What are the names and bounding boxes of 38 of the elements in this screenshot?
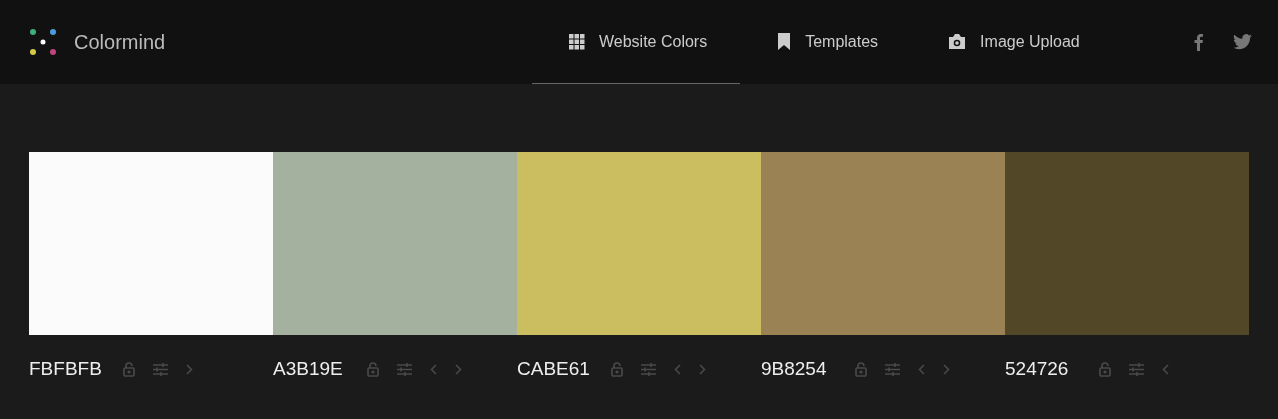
sliders-icon[interactable] [885,362,900,376]
sliders-icon[interactable] [1129,362,1144,376]
sliders-icon[interactable] [641,362,656,376]
hex-code: CABE61 [517,358,591,380]
twitter-icon[interactable] [1233,34,1252,50]
nav-tab[interactable]: Image Upload [911,0,1113,84]
color-swatch[interactable] [29,152,273,335]
bookmark-icon [777,33,792,50]
nav-tab[interactable]: Templates [740,0,912,84]
color-swatch[interactable] [761,152,1005,335]
hex-code: FBFBFB [29,358,103,380]
color-swatch[interactable] [273,152,517,335]
lock-icon[interactable] [367,361,379,377]
sliders-icon[interactable] [397,362,412,376]
chevron-right-icon[interactable] [186,363,193,375]
color-swatch[interactable] [517,152,761,335]
chevron-right-icon[interactable] [455,363,462,375]
lock-icon[interactable] [123,361,135,377]
lock-icon[interactable] [611,361,623,377]
hex-code: 9B8254 [761,358,828,380]
lock-icon[interactable] [855,361,867,377]
nav-tab[interactable]: Website Colors [532,0,741,84]
grid-icon [569,33,585,50]
color-swatch[interactable] [1005,152,1249,335]
brand-name: Colormind [74,30,166,54]
logo-icon [28,27,58,57]
camera-icon [948,34,967,49]
chevron-left-icon[interactable] [918,363,925,375]
lock-icon[interactable] [1099,361,1111,377]
chevron-right-icon[interactable] [699,363,706,375]
hex-code: 524726 [1005,358,1070,380]
chevron-left-icon[interactable] [674,363,681,375]
chevron-left-icon[interactable] [1162,363,1169,375]
chevron-left-icon[interactable] [430,363,437,375]
sliders-icon[interactable] [153,362,168,376]
hex-code: A3B19E [273,358,344,380]
chevron-right-icon[interactable] [943,363,950,375]
facebook-icon[interactable] [1194,33,1203,51]
